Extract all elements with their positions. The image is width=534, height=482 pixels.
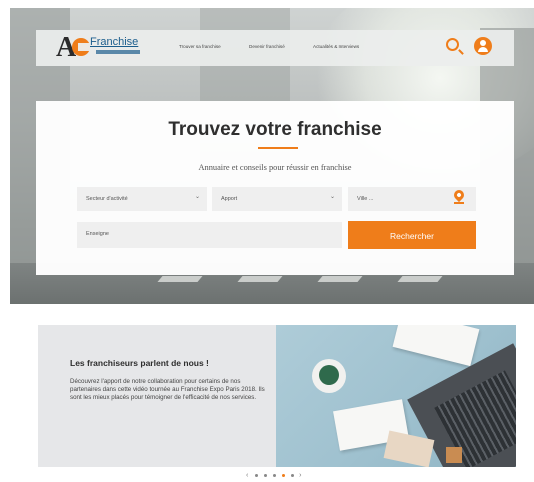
carousel-dot[interactable]	[255, 474, 259, 477]
logo-c-mark	[72, 38, 90, 56]
paper-sheet	[392, 325, 480, 367]
nav-link-devenir[interactable]: Devenir franchisé	[249, 44, 285, 49]
search-button[interactable]: Rechercher	[348, 221, 476, 249]
carousel-next-icon[interactable]: ›	[299, 472, 303, 479]
carousel-indicator: ‹ ›	[246, 472, 303, 479]
location-pin-base	[454, 202, 464, 204]
sector-select[interactable]: Secteur d'activité	[77, 187, 207, 211]
ville-placeholder: Ville ...	[357, 196, 374, 202]
crosswalk-stripe	[237, 276, 283, 282]
logo-tagline-bar	[96, 50, 140, 54]
promo-text: Découvrez l'apport de notre collaboratio…	[70, 378, 265, 402]
wood-block	[446, 447, 462, 463]
nav-link-trouver[interactable]: Trouver sa franchise	[179, 44, 221, 49]
promo-title: Les franchiseurs parlent de nous !	[70, 358, 209, 368]
user-icon-head	[480, 40, 486, 46]
logo-wordmark: Franchise	[90, 36, 139, 48]
crosswalk-stripe	[157, 276, 203, 282]
chevron-down-icon: ⌄	[195, 194, 201, 200]
crosswalk-stripe	[317, 276, 363, 282]
crosswalk-stripe	[397, 276, 443, 282]
plant-leaves	[319, 365, 339, 385]
apport-select[interactable]: Apport	[212, 187, 342, 211]
nav-link-actualites[interactable]: Actualités & Interviews	[313, 44, 359, 49]
user-icon[interactable]	[474, 37, 492, 55]
title-underline	[258, 147, 298, 149]
page-title: Trouvez votre franchise	[168, 119, 382, 140]
page-subtitle: Annuaire et conseils pour réussir en fra…	[198, 163, 352, 172]
chevron-down-icon: ⌄	[330, 194, 336, 200]
search-icon[interactable]	[446, 38, 459, 51]
carousel-dot[interactable]	[291, 474, 295, 477]
user-icon-body	[478, 47, 488, 52]
carousel-dot[interactable]	[273, 474, 277, 477]
apport-select-label: Apport	[221, 196, 238, 202]
promo-image	[276, 325, 516, 467]
carousel-dot[interactable]	[264, 474, 268, 477]
site-logo[interactable]: A Franchise	[56, 32, 152, 63]
carousel-dot-active[interactable]	[282, 474, 286, 477]
carousel-prev-icon[interactable]: ‹	[246, 472, 250, 479]
enseigne-placeholder: Enseigne	[86, 231, 109, 237]
enseigne-input[interactable]: Enseigne	[77, 222, 342, 248]
sector-select-label: Secteur d'activité	[86, 196, 128, 202]
